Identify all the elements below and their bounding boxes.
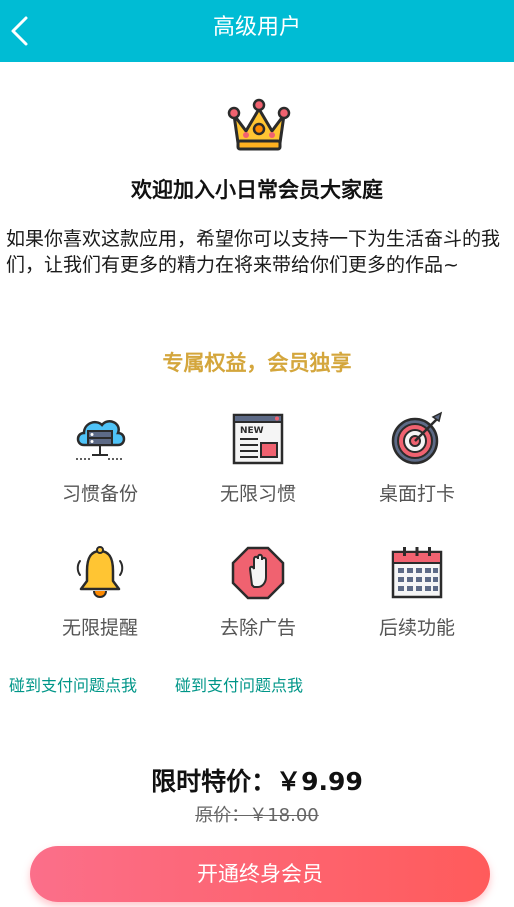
page-title: 高级用户 [212, 15, 301, 40]
svg-text:NEW: NEW [240, 426, 264, 436]
benefit-remove-ads: 去除广告 [188, 545, 328, 655]
benefit-label: 习惯备份 [61, 483, 138, 505]
top-app-bar: 高级用户 [0, 0, 514, 62]
benefit-label: 无限习惯 [219, 483, 296, 505]
benefit-label: 后续功能 [378, 617, 455, 639]
original-price: 原价：￥18.00 [195, 805, 319, 826]
welcome-headline: 欢迎加入小日常会员大家庭 [131, 178, 383, 202]
benefit-label: 去除广告 [219, 617, 296, 639]
intro-text: 如果你喜欢这款应用，希望你可以支持一下为生活奋斗的我们，让我们有更多的精力在将来… [6, 228, 501, 276]
benefit-habit-backup: 习惯备份 [30, 411, 170, 521]
benefit-desktop-checkin: 桌面打卡 [347, 411, 487, 521]
benefits-title: 专属权益，会员独享 [162, 351, 352, 375]
benefit-label: 无限提醒 [61, 617, 138, 639]
payment-help-link[interactable]: 碰到支付问题点我 [9, 674, 137, 698]
target-icon [391, 411, 443, 465]
benefit-unlimited-habits: NEW 无限习惯 [188, 411, 328, 521]
sale-price: 限时特价：￥9.99 [151, 767, 363, 796]
activate-lifetime-membership-button[interactable]: 开通终身会员 [30, 846, 490, 902]
benefit-label: 桌面打卡 [378, 483, 455, 505]
stop-hand-icon [231, 546, 285, 600]
calendar-icon [391, 547, 443, 599]
benefit-future-features: 后续功能 [347, 545, 487, 655]
cloud-backup-icon [76, 420, 126, 460]
benefit-unlimited-reminders: 无限提醒 [30, 545, 170, 655]
news-icon: NEW [232, 413, 284, 465]
bell-icon [76, 546, 124, 598]
payment-help-link-2[interactable]: 碰到支付问题点我 [175, 674, 303, 698]
crown-icon [227, 98, 291, 151]
